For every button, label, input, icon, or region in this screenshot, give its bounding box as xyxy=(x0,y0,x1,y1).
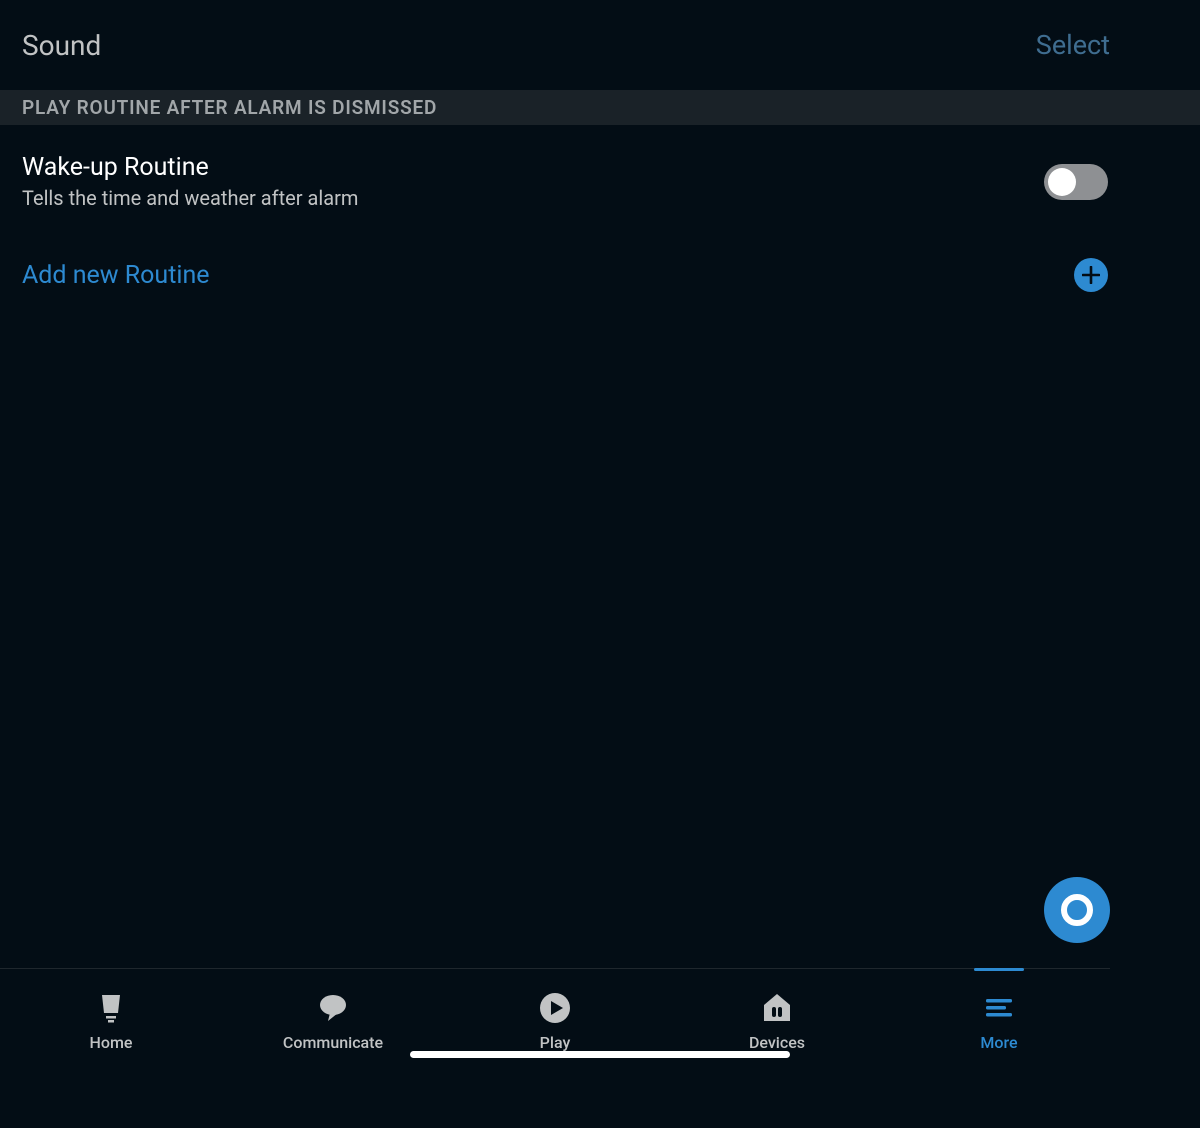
home-icon xyxy=(94,991,128,1025)
wakeup-routine-row: Wake-up Routine Tells the time and weath… xyxy=(0,125,1200,238)
routine-subtitle: Tells the time and weather after alarm xyxy=(22,186,358,210)
plus-icon xyxy=(1074,258,1108,292)
tab-home[interactable]: Home xyxy=(0,969,222,1073)
add-routine-label: Add new Routine xyxy=(22,261,210,290)
tab-more[interactable]: More xyxy=(888,969,1110,1073)
alexa-ring-icon xyxy=(1059,892,1095,928)
menu-lines-icon xyxy=(982,991,1016,1025)
alexa-voice-button[interactable] xyxy=(1044,877,1110,943)
header: Sound Select xyxy=(0,0,1200,90)
tab-play-label: Play xyxy=(540,1033,571,1052)
house-icon xyxy=(760,991,794,1025)
page-title: Sound xyxy=(22,29,101,62)
tab-communicate-label: Communicate xyxy=(283,1033,383,1052)
routine-title: Wake-up Routine xyxy=(22,153,358,182)
home-indicator[interactable] xyxy=(410,1051,790,1058)
toggle-knob xyxy=(1048,168,1076,196)
tab-more-label: More xyxy=(980,1033,1017,1052)
speech-bubble-icon xyxy=(316,991,350,1025)
section-heading: PLAY ROUTINE AFTER ALARM IS DISMISSED xyxy=(0,90,1200,125)
add-new-routine-button[interactable]: Add new Routine xyxy=(0,238,1200,312)
tab-devices-label: Devices xyxy=(749,1033,805,1052)
select-button[interactable]: Select xyxy=(1036,29,1110,61)
routine-text: Wake-up Routine Tells the time and weath… xyxy=(22,153,358,210)
tab-home-label: Home xyxy=(90,1033,133,1052)
wakeup-routine-toggle[interactable] xyxy=(1044,164,1108,200)
play-icon xyxy=(538,991,572,1025)
